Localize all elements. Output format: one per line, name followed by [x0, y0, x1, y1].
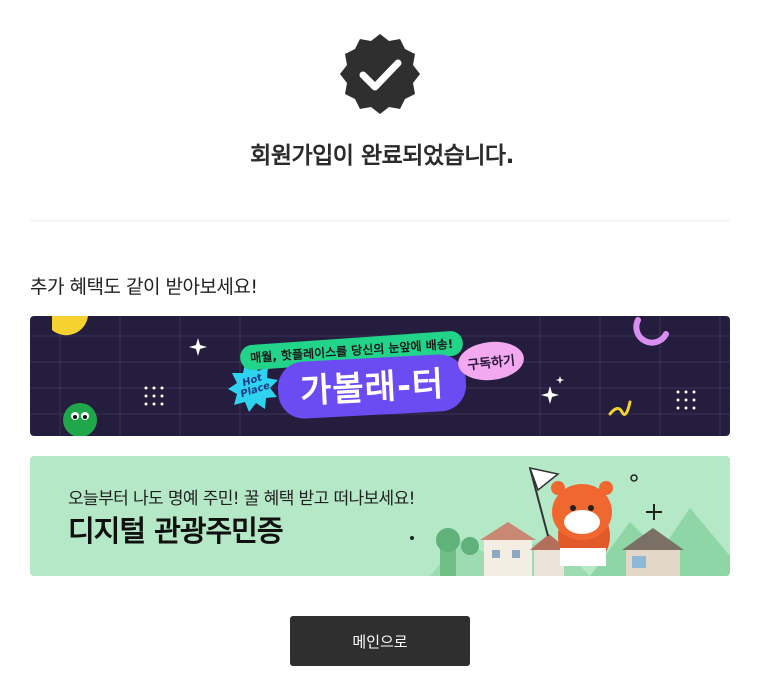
gabollaeter-logo: 가볼래-터 [276, 353, 468, 420]
divider [30, 220, 730, 221]
verified-check-badge-icon [340, 34, 420, 114]
digital-tourist-id-subtitle: 오늘부터 나도 명예 주민! 꿀 혜택 받고 떠나보세요! [68, 489, 415, 509]
benefits-heading: 추가 혜택도 같이 받아보세요! [30, 276, 258, 298]
signup-complete-message: 회원가입이 완료되었습니다. [250, 143, 514, 169]
digital-tourist-id-title: 디지털 관광주민증 [68, 514, 284, 548]
main-button[interactable]: 메인으로 [290, 616, 470, 666]
